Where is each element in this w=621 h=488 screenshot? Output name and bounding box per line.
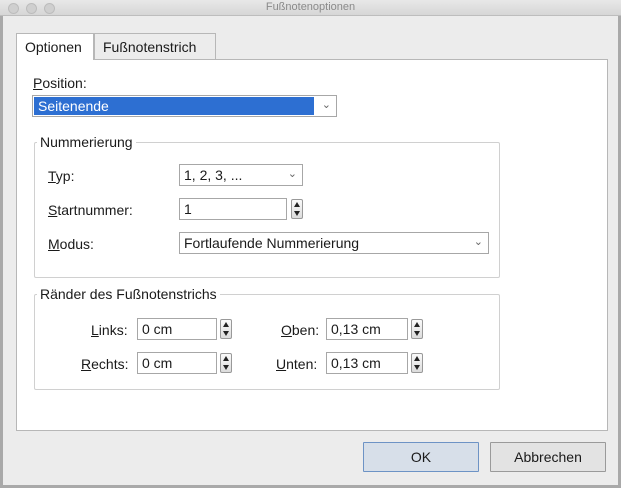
top-margin-input[interactable]: 0,13 cm	[326, 318, 408, 340]
type-value: 1, 2, 3, ...	[184, 167, 243, 183]
bottom-margin-value: 0,13 cm	[331, 355, 381, 371]
bottom-margin-label: Unten:	[276, 356, 318, 372]
top-margin-stepper[interactable]	[411, 319, 423, 339]
arrow-down-icon[interactable]	[294, 211, 300, 216]
chevron-down-icon: ⌄	[473, 236, 483, 248]
arrow-up-icon[interactable]	[414, 356, 420, 361]
right-margin-value: 0 cm	[142, 355, 173, 371]
start-number-value: 1	[184, 201, 192, 217]
mode-value: Fortlaufende Nummerierung	[184, 235, 360, 251]
start-number-label: Startnummer:	[48, 202, 133, 218]
ok-button[interactable]: OK	[363, 442, 479, 472]
tab-fussnotenstrich[interactable]: Fußnotenstrich	[94, 33, 216, 59]
left-margin-value: 0 cm	[142, 321, 173, 337]
mode-select[interactable]: Fortlaufende Nummerierung ⌄	[179, 232, 489, 254]
right-margin-label: Rechts:	[81, 356, 129, 372]
start-number-stepper[interactable]	[291, 199, 303, 219]
chevron-down-icon: ⌄	[321, 99, 331, 111]
left-margin-label: Links:	[91, 322, 128, 338]
position-label: Position:	[33, 75, 87, 91]
margins-group: Ränder des Fußnotenstrichs	[34, 286, 500, 390]
right-margin-input[interactable]: 0 cm	[137, 352, 217, 374]
position-selected-value: Seitenende	[34, 97, 314, 115]
window-frame-left	[0, 16, 3, 488]
left-margin-stepper[interactable]	[220, 319, 232, 339]
arrow-down-icon[interactable]	[414, 331, 420, 336]
chevron-down-icon: ⌄	[287, 168, 297, 180]
window-title: Fußnotenoptionen	[265, 1, 356, 13]
arrow-up-icon[interactable]	[414, 322, 420, 327]
bottom-margin-stepper[interactable]	[411, 353, 423, 373]
top-margin-label: Oben:	[281, 322, 320, 338]
type-select[interactable]: 1, 2, 3, ... ⌄	[179, 164, 303, 186]
start-number-input[interactable]: 1	[179, 198, 287, 220]
arrow-down-icon[interactable]	[223, 331, 229, 336]
options-panel: Position: Seitenende ⌄ Nummerierung Typ:…	[16, 59, 608, 431]
tab-label: Fußnotenstrich	[103, 39, 197, 55]
cancel-button[interactable]: Abbrechen	[490, 442, 606, 472]
type-label: Typ:	[48, 168, 75, 184]
margins-legend: Ränder des Fußnotenstrichs	[40, 286, 217, 302]
arrow-down-icon[interactable]	[414, 365, 420, 370]
title-bar: Fußnotenoptionen	[0, 0, 621, 16]
top-margin-value: 0,13 cm	[331, 321, 381, 337]
tab-optionen[interactable]: Optionen	[16, 33, 94, 60]
arrow-up-icon[interactable]	[223, 322, 229, 327]
numbering-legend: Nummerierung	[40, 134, 133, 150]
left-margin-input[interactable]: 0 cm	[137, 318, 217, 340]
bottom-margin-input[interactable]: 0,13 cm	[326, 352, 408, 374]
arrow-up-icon[interactable]	[223, 356, 229, 361]
right-margin-stepper[interactable]	[220, 353, 232, 373]
tab-label: Optionen	[25, 39, 82, 55]
mode-label: Modus:	[48, 236, 94, 252]
position-select[interactable]: Seitenende ⌄	[32, 95, 337, 117]
arrow-down-icon[interactable]	[223, 365, 229, 370]
arrow-up-icon[interactable]	[294, 202, 300, 207]
